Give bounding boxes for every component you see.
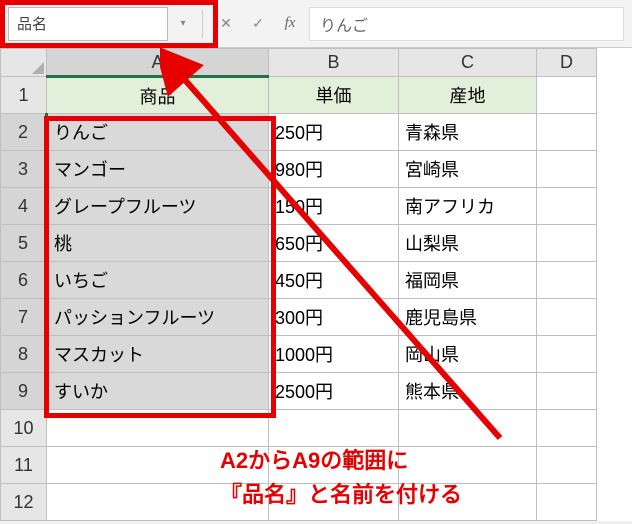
cell-B9[interactable]: 2500円 bbox=[269, 373, 399, 410]
formula-input[interactable]: りんご bbox=[309, 7, 624, 41]
cell-A9[interactable]: すいか bbox=[47, 373, 269, 410]
cell-A4[interactable]: グレープフルーツ bbox=[47, 188, 269, 225]
col-header-C[interactable]: C bbox=[399, 49, 537, 77]
annotation-text-1: A2からA9の範囲に bbox=[220, 444, 408, 477]
cell-A7[interactable]: パッションフルーツ bbox=[47, 299, 269, 336]
cell-C5[interactable]: 山梨県 bbox=[399, 225, 537, 262]
formula-value: りんご bbox=[320, 12, 368, 36]
divider bbox=[202, 10, 203, 38]
cell-A5[interactable]: 桃 bbox=[47, 225, 269, 262]
row-header-1[interactable]: 1 bbox=[1, 77, 47, 114]
col-header-D[interactable]: D bbox=[537, 49, 597, 77]
enter-icon[interactable]: ✓ bbox=[245, 10, 271, 38]
cell-D11[interactable] bbox=[537, 447, 597, 484]
cell-A2[interactable]: りんご bbox=[47, 114, 269, 151]
cell-D6[interactable] bbox=[537, 262, 597, 299]
cell-D3[interactable] bbox=[537, 151, 597, 188]
row-header-9[interactable]: 9 bbox=[1, 373, 47, 410]
row-header-10[interactable]: 10 bbox=[1, 410, 47, 447]
row-header-4[interactable]: 4 bbox=[1, 188, 47, 225]
row-header-8[interactable]: 8 bbox=[1, 336, 47, 373]
name-box-value: 品名 bbox=[17, 13, 47, 34]
cell-C10[interactable] bbox=[399, 410, 537, 447]
cell-D12[interactable] bbox=[537, 484, 597, 521]
cell-B1[interactable]: 単価 bbox=[269, 77, 399, 114]
name-box[interactable]: 品名 bbox=[8, 7, 168, 41]
cell-D9[interactable] bbox=[537, 373, 597, 410]
row-header-6[interactable]: 6 bbox=[1, 262, 47, 299]
name-box-dropdown-icon[interactable]: ▾ bbox=[174, 7, 192, 41]
cell-C1[interactable]: 産地 bbox=[399, 77, 537, 114]
cell-C8[interactable]: 岡山県 bbox=[399, 336, 537, 373]
cell-A8[interactable]: マスカット bbox=[47, 336, 269, 373]
cancel-icon[interactable]: ✕ bbox=[213, 10, 239, 38]
cell-D8[interactable] bbox=[537, 336, 597, 373]
cell-D1[interactable] bbox=[537, 77, 597, 114]
cell-B5[interactable]: 650円 bbox=[269, 225, 399, 262]
cell-B2[interactable]: 250円 bbox=[269, 114, 399, 151]
row-header-3[interactable]: 3 bbox=[1, 151, 47, 188]
cell-C7[interactable]: 鹿児島県 bbox=[399, 299, 537, 336]
fx-button[interactable]: fx bbox=[277, 10, 303, 38]
formula-bar: 品名 ▾ ✕ ✓ fx りんご bbox=[0, 0, 632, 48]
cell-A3[interactable]: マンゴー bbox=[47, 151, 269, 188]
cell-D5[interactable] bbox=[537, 225, 597, 262]
select-all-corner[interactable] bbox=[1, 49, 47, 77]
col-header-B[interactable]: B bbox=[269, 49, 399, 77]
fx-label: fx bbox=[285, 15, 296, 32]
row-header-7[interactable]: 7 bbox=[1, 299, 47, 336]
row-header-12[interactable]: 12 bbox=[1, 484, 47, 521]
row-header-11[interactable]: 11 bbox=[1, 447, 47, 484]
cell-B4[interactable]: 150円 bbox=[269, 188, 399, 225]
row-header-2[interactable]: 2 bbox=[1, 114, 47, 151]
cell-A10[interactable] bbox=[47, 410, 269, 447]
cell-D10[interactable] bbox=[537, 410, 597, 447]
cell-B10[interactable] bbox=[269, 410, 399, 447]
cell-A1[interactable]: 商品 bbox=[47, 77, 269, 114]
col-header-A[interactable]: A bbox=[47, 49, 269, 77]
cell-A6[interactable]: いちご bbox=[47, 262, 269, 299]
cell-B6[interactable]: 450円 bbox=[269, 262, 399, 299]
cell-B8[interactable]: 1000円 bbox=[269, 336, 399, 373]
cell-C2[interactable]: 青森県 bbox=[399, 114, 537, 151]
cell-C4[interactable]: 南アフリカ bbox=[399, 188, 537, 225]
cell-C3[interactable]: 宮崎県 bbox=[399, 151, 537, 188]
cell-B3[interactable]: 980円 bbox=[269, 151, 399, 188]
cell-C9[interactable]: 熊本県 bbox=[399, 373, 537, 410]
cell-D4[interactable] bbox=[537, 188, 597, 225]
annotation-text-2: 『品名』と名前を付ける bbox=[220, 478, 462, 511]
cell-C6[interactable]: 福岡県 bbox=[399, 262, 537, 299]
row-header-5[interactable]: 5 bbox=[1, 225, 47, 262]
cell-B7[interactable]: 300円 bbox=[269, 299, 399, 336]
cell-D2[interactable] bbox=[537, 114, 597, 151]
cell-D7[interactable] bbox=[537, 299, 597, 336]
